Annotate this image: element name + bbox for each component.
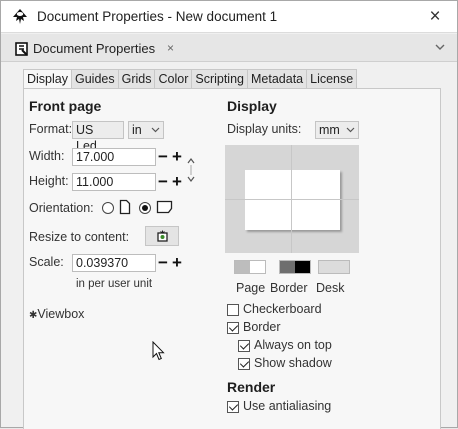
- width-label: Width:: [29, 149, 65, 163]
- tab-license[interactable]: License: [306, 69, 358, 89]
- tab-metadata[interactable]: Metadata: [247, 69, 308, 89]
- dock-tab-label: Document Properties: [33, 41, 156, 56]
- show-shadow-label: Show shadow: [254, 356, 332, 370]
- front-page-heading: Front page: [29, 98, 102, 114]
- scale-value: 0.039370: [76, 256, 129, 270]
- resize-to-content-button[interactable]: [145, 226, 179, 246]
- checkerboard-label: Checkerboard: [243, 302, 322, 316]
- render-heading: Render: [227, 379, 276, 395]
- mouse-cursor-icon: [152, 341, 165, 361]
- page-preview: [225, 145, 359, 253]
- display-units-combo[interactable]: mm: [315, 121, 359, 139]
- border-color-label: Border: [270, 281, 308, 295]
- dock-tab-close-icon[interactable]: ×: [167, 41, 174, 55]
- document-properties-window: Document Properties - New document 1 × D…: [0, 0, 458, 429]
- page-color-alpha-pattern: [235, 261, 250, 273]
- document-properties-icon: [15, 42, 28, 56]
- tab-color[interactable]: Color: [154, 69, 193, 89]
- orientation-landscape-radio[interactable]: [139, 202, 151, 214]
- viewbox-label: Viewbox: [37, 307, 85, 321]
- display-units-label: Display units:: [227, 122, 302, 136]
- resize-to-content-label: Resize to content:: [29, 230, 130, 244]
- scale-input[interactable]: 0.039370: [72, 254, 156, 272]
- format-label: Format:: [29, 122, 73, 136]
- checkerboard-checkbox[interactable]: [227, 304, 239, 316]
- height-decrement-button[interactable]: −: [157, 173, 169, 190]
- page-preview-sheet: [245, 170, 340, 230]
- notebook-tabs: Display Guides Grids Color Scripting Met…: [23, 69, 358, 89]
- border-color-swatch[interactable]: [279, 260, 311, 274]
- display-heading: Display: [227, 98, 277, 114]
- portrait-page-icon: [119, 199, 131, 215]
- lock-proportions-chain-icon[interactable]: [187, 151, 195, 189]
- landscape-page-icon: [156, 200, 173, 214]
- page-color-swatch[interactable]: [234, 260, 266, 274]
- width-decrement-button[interactable]: −: [157, 148, 169, 165]
- tab-scripting[interactable]: Scripting: [191, 69, 248, 89]
- width-value: 17.000: [76, 150, 115, 164]
- height-label: Height:: [29, 174, 69, 188]
- border-checkbox[interactable]: [227, 322, 239, 334]
- chevron-down-icon[interactable]: [433, 40, 447, 54]
- border-color-alpha-pattern: [280, 261, 295, 273]
- height-value: 11.000: [76, 175, 114, 189]
- width-input[interactable]: 17.000: [72, 148, 156, 166]
- border-label: Border: [243, 320, 281, 334]
- preview-center-line-horizontal: [225, 199, 359, 200]
- show-shadow-checkbox[interactable]: [238, 358, 250, 370]
- chevron-down-icon: [151, 127, 160, 133]
- tab-grids[interactable]: Grids: [117, 69, 156, 89]
- scale-unit-note: in per user unit: [76, 278, 153, 290]
- display-tab-panel: Front page Format: US Led... in Width: 1…: [23, 88, 441, 429]
- desk-color-swatch[interactable]: [318, 260, 350, 274]
- tab-display[interactable]: Display: [23, 69, 72, 89]
- orientation-portrait-radio[interactable]: [102, 202, 114, 214]
- close-icon: ×: [429, 6, 441, 27]
- scale-increment-button[interactable]: +: [171, 254, 183, 271]
- chevron-down-icon: [346, 127, 355, 133]
- inkscape-logo-icon: [13, 9, 27, 24]
- resize-to-content-icon: [157, 230, 168, 242]
- always-on-top-label: Always on top: [254, 338, 332, 352]
- window-title: Document Properties - New document 1: [37, 9, 278, 24]
- dock-tab-document-properties[interactable]: Document Properties ×: [15, 40, 195, 62]
- format-combo[interactable]: US Led...: [72, 121, 124, 153]
- display-units-value: mm: [319, 123, 340, 137]
- scale-label: Scale:: [29, 255, 64, 269]
- viewbox-expander[interactable]: ✱Viewbox: [29, 307, 84, 321]
- desk-color-label: Desk: [316, 281, 345, 295]
- antialiasing-label: Use antialiasing: [243, 399, 332, 413]
- scale-decrement-button[interactable]: −: [157, 254, 169, 271]
- always-on-top-checkbox[interactable]: [238, 340, 250, 352]
- width-increment-button[interactable]: +: [171, 148, 183, 165]
- window-close-button[interactable]: ×: [423, 5, 447, 29]
- height-input[interactable]: 11.000: [72, 173, 156, 191]
- dock-tab-bar: Document Properties ×: [1, 34, 457, 62]
- tab-guides[interactable]: Guides: [71, 69, 119, 89]
- height-increment-button[interactable]: +: [171, 173, 183, 190]
- title-bar[interactable]: Document Properties - New document 1 ×: [1, 1, 457, 33]
- page-color-label: Page: [236, 281, 266, 295]
- antialiasing-checkbox[interactable]: [227, 401, 239, 413]
- page-unit-value: in: [132, 123, 142, 137]
- orientation-label: Orientation:: [29, 201, 94, 215]
- page-unit-combo[interactable]: in: [128, 121, 164, 139]
